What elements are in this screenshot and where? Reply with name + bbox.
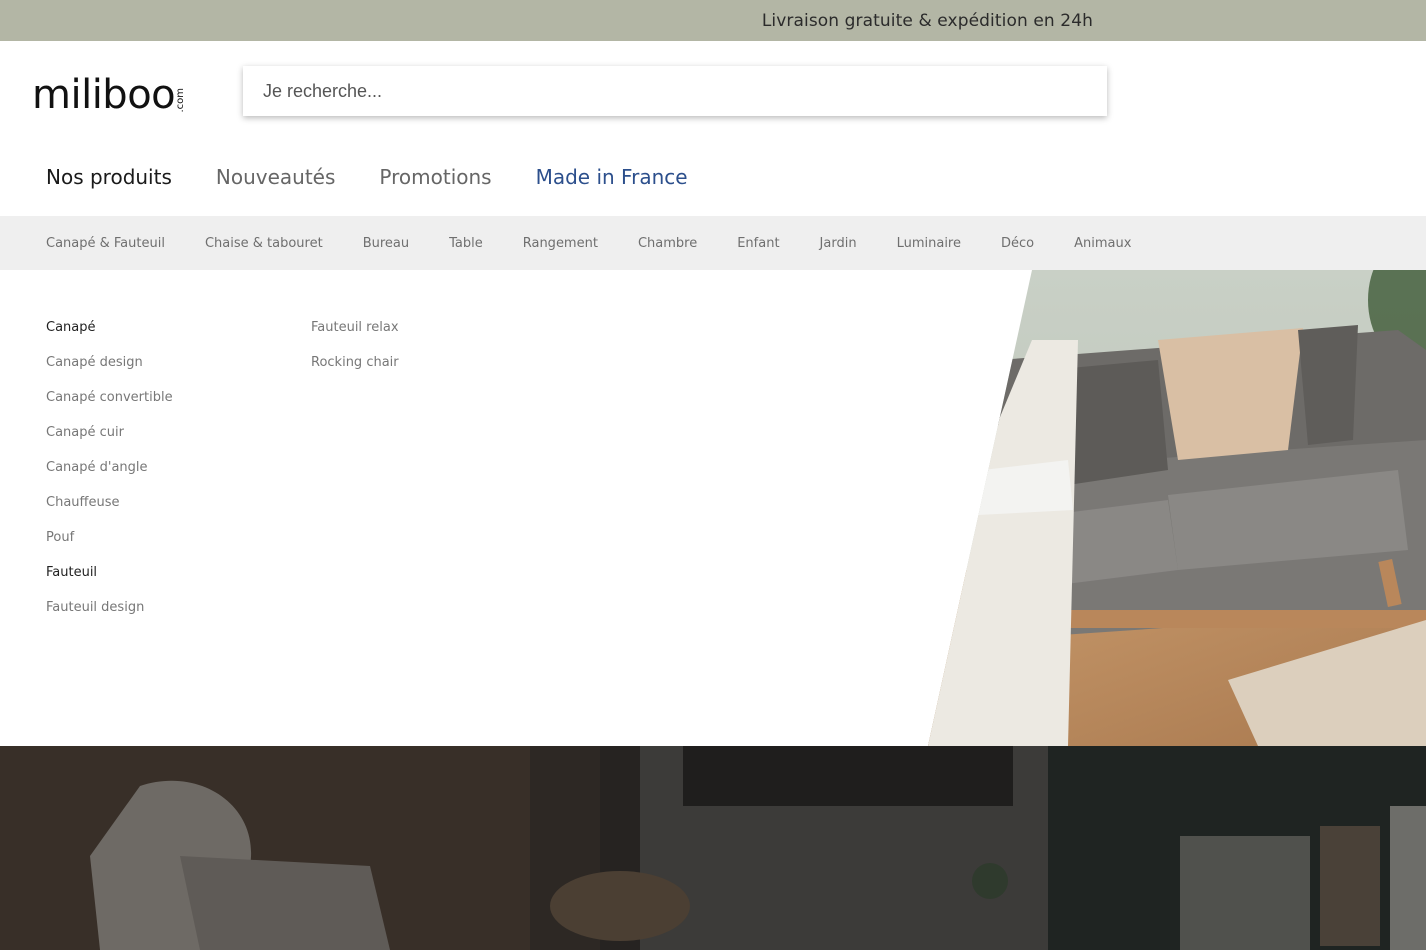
search-box: [243, 66, 1107, 116]
category-bar: Canapé & Fauteuil Chaise & tabouret Bureau…: [0, 216, 1426, 270]
menu-subcategory-link[interactable]: Fauteuil relax: [311, 320, 399, 355]
main-nav-item-nos-produits[interactable]: Nos produits: [46, 165, 172, 189]
menu-subcategory-link[interactable]: Rocking chair: [311, 355, 399, 390]
menu-subcategory-link[interactable]: Canapé design: [46, 355, 173, 390]
menu-subcategory-link[interactable]: Canapé d'angle: [46, 460, 173, 495]
menu-column-1: Canapé Canapé design Canapé convertible Can…: [46, 320, 173, 635]
category-link[interactable]: Enfant: [737, 236, 779, 251]
main-nav-item-made-in-france[interactable]: Made in France: [536, 165, 688, 189]
category-link[interactable]: Bureau: [363, 236, 409, 251]
logo-suffix: .com: [175, 88, 187, 113]
category-link[interactable]: Animaux: [1074, 236, 1131, 251]
announcement-text: Livraison gratuite & expédition en 24h: [761, 10, 1093, 31]
miliboo-logo[interactable]: miliboo .com: [32, 71, 186, 115]
menu-section-heading[interactable]: Fauteuil: [46, 565, 173, 600]
menu-subcategory-link[interactable]: Chauffeuse: [46, 495, 173, 530]
hero-photo[interactable]: [0, 746, 1426, 950]
site-header: miliboo .com Nos produits Nouveautés Promo…: [0, 41, 1426, 216]
category-link[interactable]: Déco: [1001, 236, 1034, 251]
search-input[interactable]: [243, 66, 1107, 116]
logo-wordmark: miliboo: [32, 72, 176, 118]
category-link[interactable]: Rangement: [523, 236, 598, 251]
main-nav: Nos produits Nouveautés Promotions Made in …: [46, 165, 732, 189]
menu-subcategory-link[interactable]: Pouf: [46, 530, 173, 565]
main-nav-item-promotions[interactable]: Promotions: [379, 165, 491, 189]
category-link[interactable]: Luminaire: [897, 236, 961, 251]
category-link[interactable]: Jardin: [820, 236, 857, 251]
category-link[interactable]: Chambre: [638, 236, 697, 251]
category-link[interactable]: Table: [449, 236, 483, 251]
category-link[interactable]: Chaise & tabouret: [205, 236, 323, 251]
category-link[interactable]: Canapé & Fauteuil: [46, 236, 165, 251]
menu-column-2: Fauteuil relax Rocking chair: [311, 320, 399, 390]
announcement-bar: Livraison gratuite & expédition en 24h: [0, 0, 1426, 41]
menu-subcategory-link[interactable]: Canapé cuir: [46, 425, 173, 460]
menu-subcategory-link[interactable]: Fauteuil design: [46, 600, 173, 635]
main-nav-item-nouveaut-s[interactable]: Nouveautés: [216, 165, 336, 189]
mega-menu-dropdown: Canapé Canapé design Canapé convertible Can…: [0, 270, 1426, 746]
menu-section-heading[interactable]: Canapé: [46, 320, 173, 355]
sofa-photo[interactable]: [928, 270, 1426, 746]
menu-subcategory-link[interactable]: Canapé convertible: [46, 390, 173, 425]
